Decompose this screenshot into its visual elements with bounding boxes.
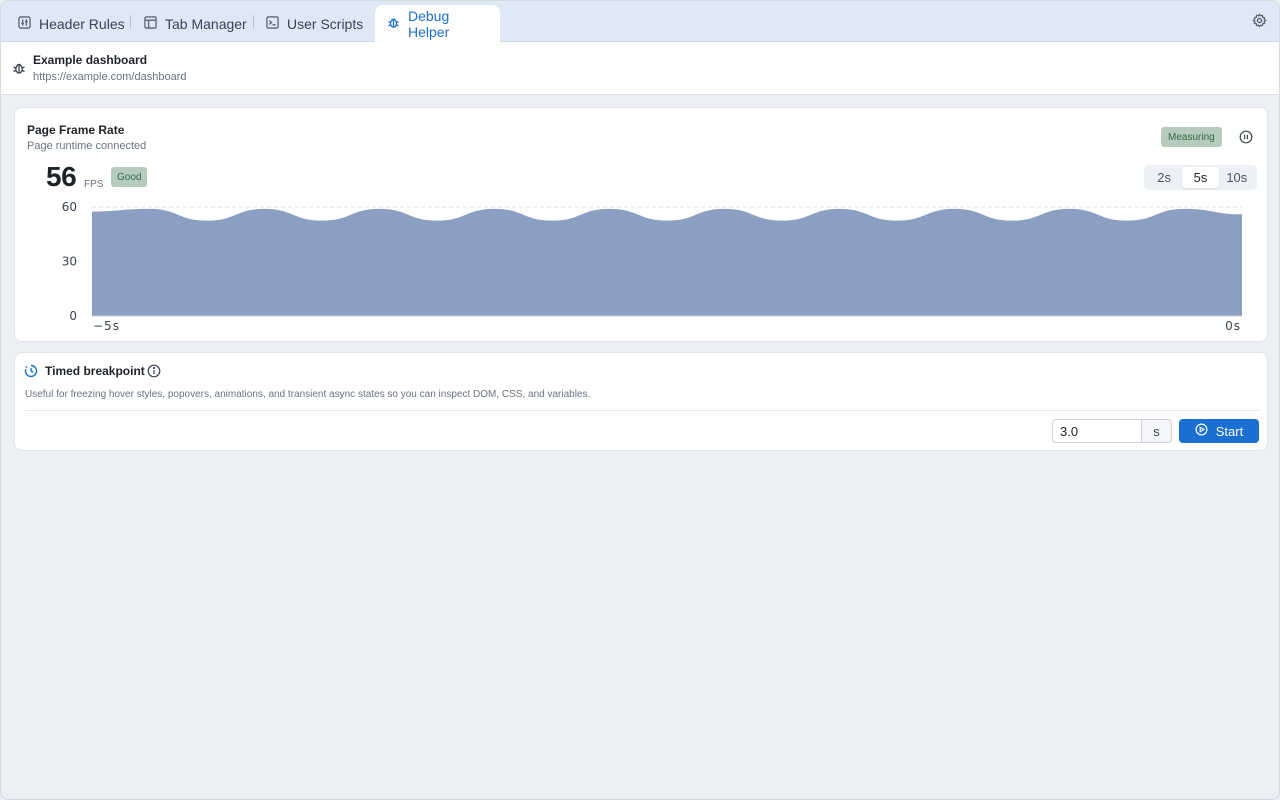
quality-badge: Good	[111, 167, 148, 187]
fps-chart: 0 30 60 −5s 0s	[62, 200, 1242, 333]
layout-icon	[144, 15, 157, 32]
bug-icon	[387, 16, 400, 32]
delay-unit: s	[1141, 419, 1172, 443]
play-circle-icon	[1195, 423, 1208, 439]
frame-rate-card: Page Frame Rate Page runtime connected M…	[14, 107, 1268, 342]
range-2s-button[interactable]: 2s	[1146, 167, 1182, 188]
page-url: https://example.com/dashboard	[33, 71, 187, 83]
timer-icon	[24, 364, 38, 378]
tab-label: Tab Manager	[165, 15, 247, 32]
y-tick-label: 60	[62, 200, 77, 214]
card-subtitle: Page runtime connected	[27, 140, 147, 152]
sliders-icon	[18, 15, 31, 32]
range-5s-button[interactable]: 5s	[1182, 167, 1219, 188]
breakpoint-title: Timed breakpoint	[45, 364, 145, 378]
x-end-label: 0s	[1225, 319, 1241, 333]
y-tick-label: 0	[69, 309, 77, 323]
start-button[interactable]: Start	[1179, 419, 1259, 443]
app-window: Header Rules Tab Manager User Scripts De…	[0, 0, 1280, 800]
card-title: Page Frame Rate	[27, 123, 125, 137]
fps-unit: FPS	[84, 179, 104, 190]
divider	[25, 410, 1259, 411]
terminal-icon	[266, 15, 279, 32]
time-range-selector: 2s 5s 10s	[1144, 165, 1257, 190]
x-start-label: −5s	[93, 319, 120, 333]
fps-value: 56	[46, 161, 77, 192]
page-title: Example dashboard	[33, 53, 148, 67]
tab-divider	[253, 15, 254, 29]
tab-label: Header Rules	[39, 15, 125, 32]
tab-divider	[130, 15, 131, 29]
tab-bar: Header Rules Tab Manager User Scripts De…	[1, 1, 1279, 42]
tab-tab-manager[interactable]: Tab Manager	[144, 5, 247, 42]
range-10s-button[interactable]: 10s	[1219, 167, 1255, 188]
delay-input[interactable]	[1052, 419, 1142, 443]
tab-user-scripts[interactable]: User Scripts	[266, 5, 363, 42]
fps-area-series	[92, 208, 1242, 316]
tab-debug-helper[interactable]: Debug Helper	[375, 5, 500, 42]
timed-breakpoint-card: Timed breakpoint Useful for freezing hov…	[14, 352, 1268, 451]
bug-icon	[12, 61, 26, 75]
info-icon[interactable]	[147, 364, 161, 378]
status-badge: Measuring	[1161, 127, 1222, 147]
y-tick-label: 30	[62, 255, 77, 269]
tab-label: User Scripts	[287, 15, 364, 32]
page-header: Example dashboard https://example.com/da…	[1, 42, 1279, 95]
pause-icon[interactable]	[1239, 130, 1253, 144]
breakpoint-description: Useful for freezing hover styles, popove…	[25, 389, 591, 400]
tab-header-rules[interactable]: Header Rules	[18, 5, 125, 42]
gear-icon[interactable]	[1252, 13, 1267, 28]
start-label: Start	[1215, 423, 1244, 439]
tab-label: Debug Helper	[408, 7, 450, 40]
